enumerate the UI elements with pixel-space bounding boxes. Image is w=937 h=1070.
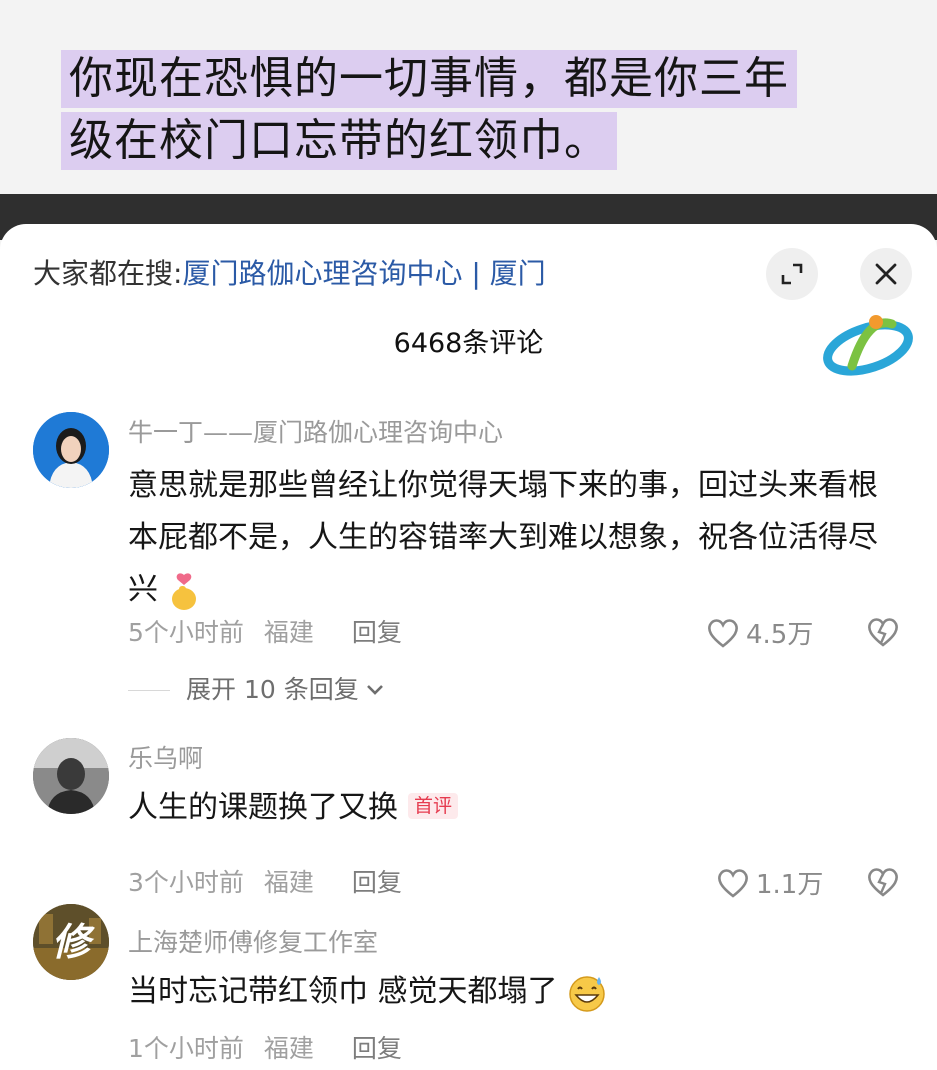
search-link[interactable]: 厦门路伽心理咨询中心 | 厦门 [182,257,545,290]
comment-meta: 5个小时前 福建 回复 [128,616,422,650]
comment-text: 人生的课题换了又换 首评 [128,782,898,834]
comment-meta: 3个小时前 福建 回复 [128,866,422,900]
avatar[interactable]: 修 [33,904,109,980]
comment-item: 牛一丁——厦门路伽心理咨询中心 意思就是那些曾经让你觉得天塌下来的事，回过头来看… [0,410,937,710]
person-avatar-icon [33,738,109,814]
comment-text-content: 意思就是那些曾经让你觉得天塌下来的事，回过头来看根本屁都不是，人生的容错率大到难… [128,468,878,607]
heart-icon [718,868,748,898]
comment-item: 修 上海楚师傅修复工作室 当时忘记带红领巾 感觉天都塌了 1个小时前 福建 回复 [0,902,937,1070]
watermark-logo-icon [823,315,913,376]
comment-author[interactable]: 乐乌啊 [128,742,203,776]
broken-heart-icon [868,618,898,647]
chevron-down-icon [366,685,383,695]
heart-icon [708,618,738,648]
comment-author[interactable]: 上海楚师傅修复工作室 [128,926,378,960]
caption-line-2: 级在校门口忘带的红领巾。 [61,112,617,170]
comment-count: 6468条评论 [393,328,544,359]
avatar-logo-lettering: 修 [51,920,90,964]
meme-caption: 你现在恐惧的一切事情，都是你三年 级在校门口忘带的红领巾。 [0,0,937,196]
avatar[interactable] [33,738,109,814]
broken-heart-icon [868,868,898,897]
avatar[interactable] [33,412,109,488]
comment-sheet: 大家都在搜:厦门路伽心理咨询中心 | 厦门 6468条评论 牛一丁——厦门路伽心… [0,224,937,1070]
comment-time: 5个小时前 [128,618,244,647]
divider-line [128,690,170,691]
comment-item: 乐乌啊 人生的课题换了又换 首评 3个小时前 福建 回复 1.1万 [0,736,937,900]
expand-icon [781,263,803,285]
expand-button[interactable] [766,248,818,300]
comment-meta: 1个小时前 福建 回复 [128,1032,422,1066]
comment-time: 1个小时前 [128,1034,244,1063]
close-button[interactable] [860,248,912,300]
grinning-sweat-emoji [569,975,605,1012]
search-prefix: 大家都在搜: [33,257,183,290]
like-button[interactable]: 1.1万 [716,864,823,901]
dislike-button[interactable] [866,616,900,652]
comment-time: 3个小时前 [128,868,244,897]
dislike-button[interactable] [866,866,900,902]
expand-replies-button[interactable]: 展开 10 条回复 [186,673,385,707]
finger-heart-emoji [171,572,196,610]
comment-text: 当时忘记带红领巾 感觉天都塌了 [128,966,898,1018]
reply-button[interactable]: 回复 [352,868,402,897]
comment-location: 福建 [263,1034,314,1063]
like-count: 1.1万 [756,870,824,900]
comment-text: 意思就是那些曾经让你觉得天塌下来的事，回过头来看根本屁都不是，人生的容错率大到难… [128,460,898,616]
caption-line-1: 你现在恐惧的一切事情，都是你三年 [61,50,797,108]
first-comment-badge: 首评 [408,792,459,819]
comment-location: 福建 [263,618,314,647]
comment-text-content: 人生的课题换了又换 [128,790,398,825]
comment-location: 福建 [263,868,314,897]
person-avatar-icon [33,412,109,488]
like-count: 4.5万 [746,620,814,650]
comment-text-content: 当时忘记带红领巾 感觉天都塌了 [128,974,558,1009]
expand-replies-label: 展开 10 条回复 [186,675,359,704]
reply-button[interactable]: 回复 [352,1034,402,1063]
comment-author[interactable]: 牛一丁——厦门路伽心理咨询中心 [128,416,503,450]
reply-button[interactable]: 回复 [352,618,402,647]
like-button[interactable]: 4.5万 [706,614,813,651]
search-suggestion[interactable]: 大家都在搜:厦门路伽心理咨询中心 | 厦门 [33,254,546,294]
close-icon [875,263,897,285]
